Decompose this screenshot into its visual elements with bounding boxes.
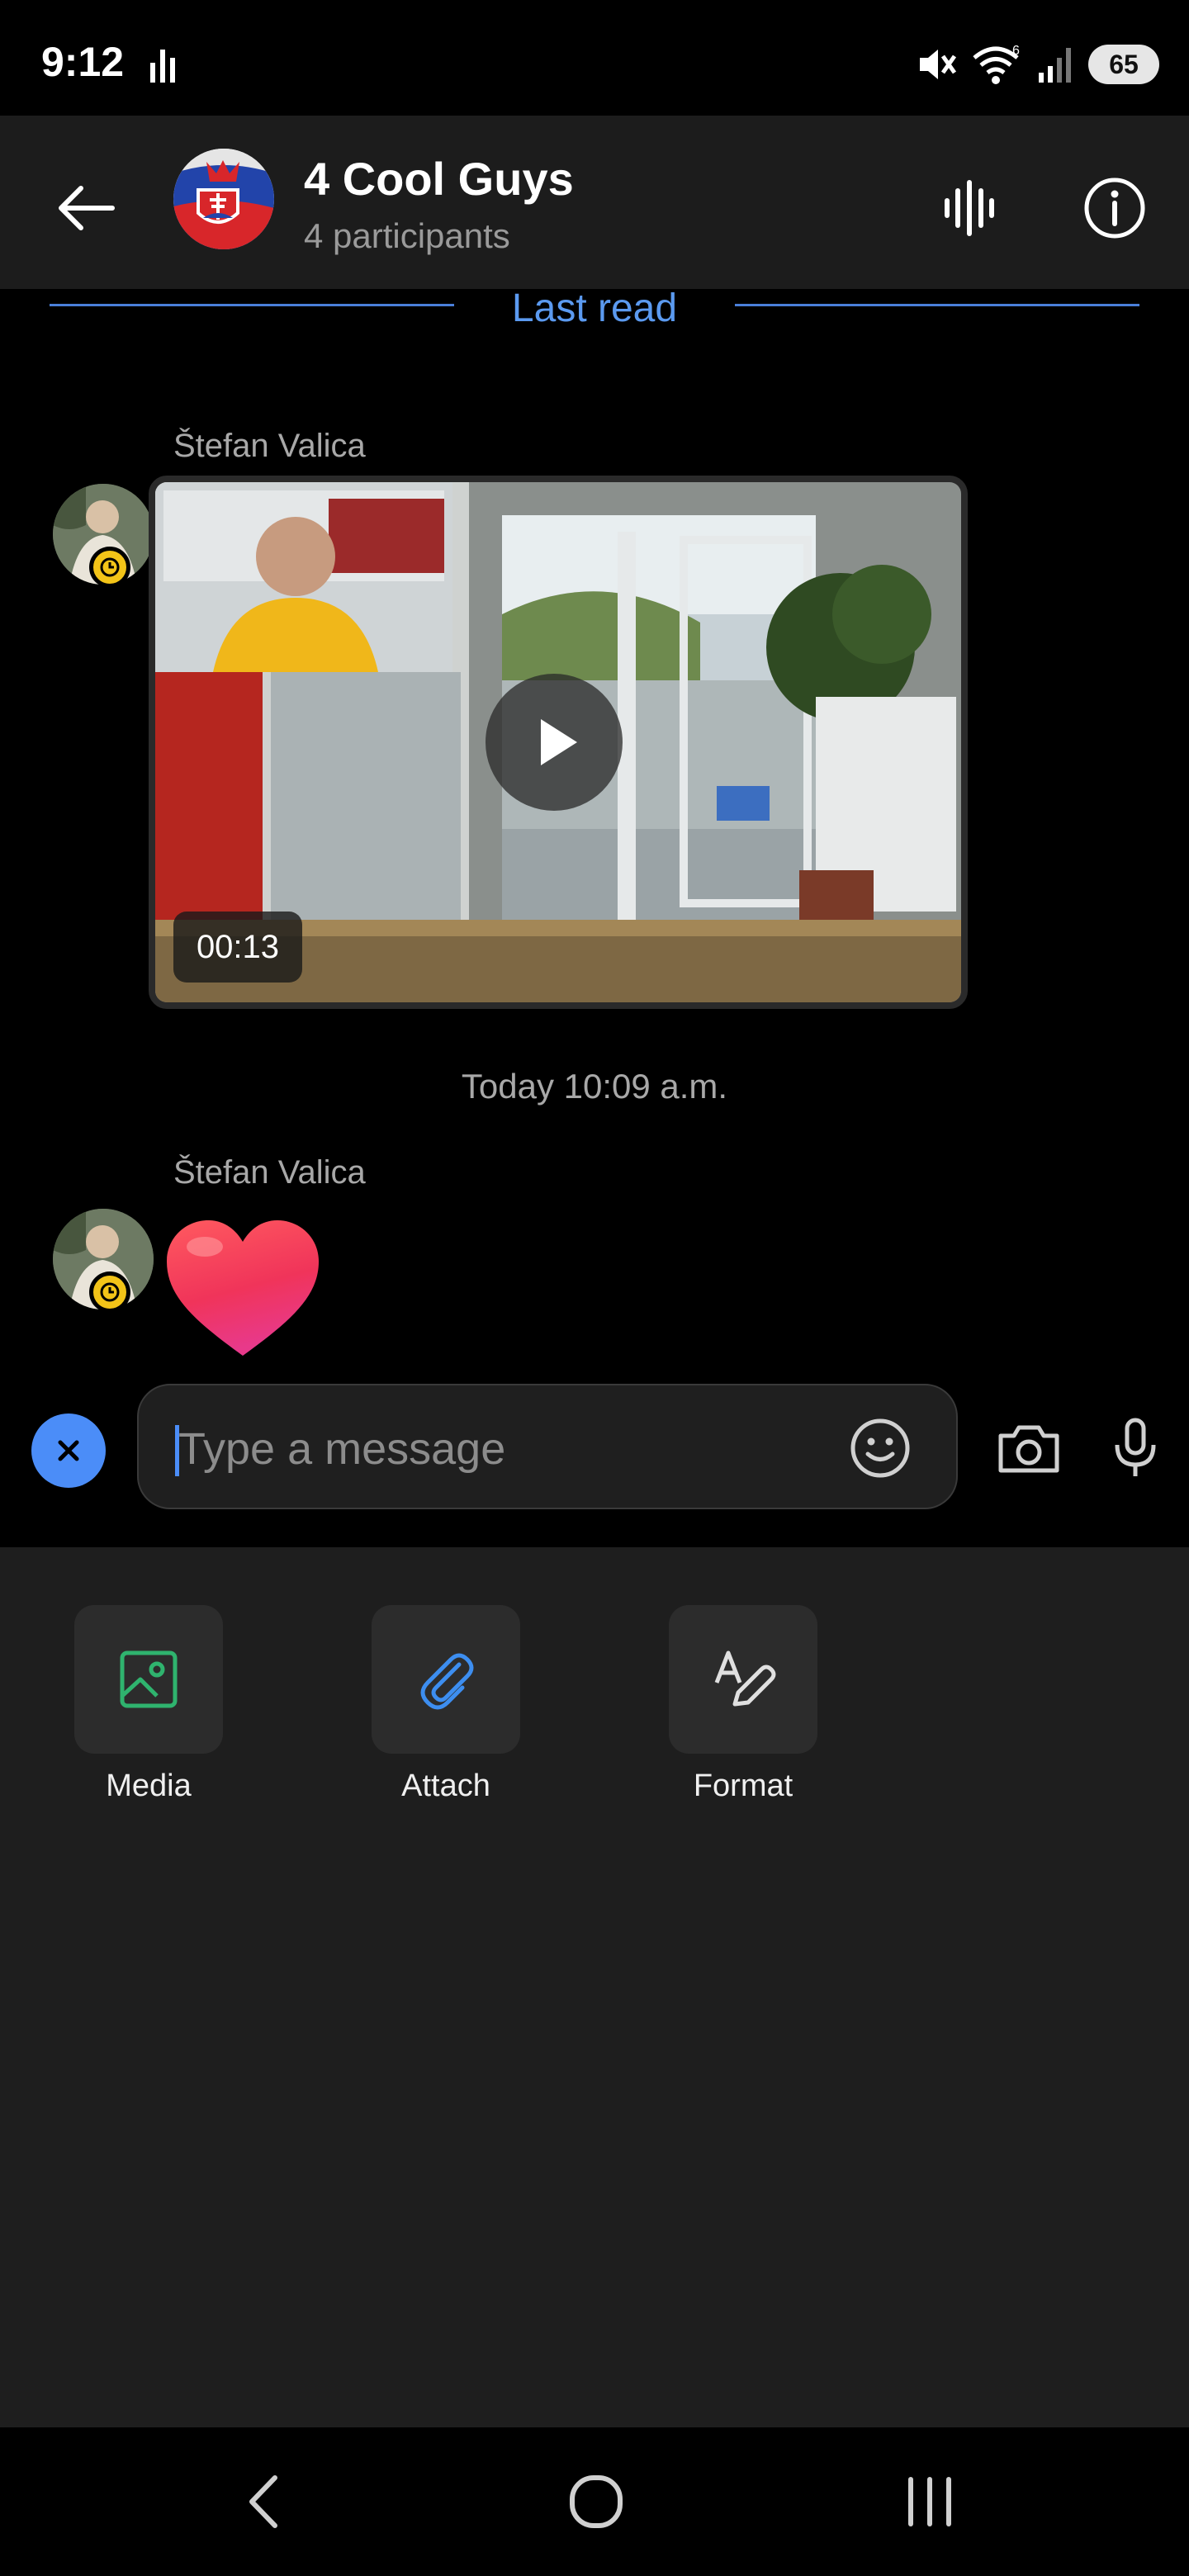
format-pen-icon [714,1650,776,1707]
signal-icon [1039,48,1071,83]
chat-header: 4 Cool Guys 4 participants [0,116,1189,289]
nav-home-button[interactable] [547,2460,646,2543]
nav-back-icon [249,2475,277,2528]
emoji-button[interactable] [846,1413,915,1483]
sender-name: Štefan Valica [173,428,366,464]
clock-badge-icon [89,1271,130,1313]
info-button[interactable] [1075,168,1154,248]
message-timestamp: Today 10:09 a.m. [461,1067,728,1106]
info-icon [1084,178,1145,239]
flag-collage-image [173,149,274,249]
status-bar: 9:12 6 65 [0,0,1189,116]
sender-avatar[interactable] [26,1209,154,1324]
paperclip-icon [420,1653,474,1710]
attachment-panel: Media Attach Format [0,1547,1189,2427]
group-avatar[interactable] [173,149,274,249]
panel-item-format[interactable]: Format [669,1605,817,1804]
image-icon [120,1650,178,1708]
nav-recents-icon [908,2477,951,2526]
format-tile[interactable] [669,1605,817,1754]
battery-indicator: 65 [1088,45,1159,84]
divider-line-right [735,304,1139,306]
clock-badge-icon [89,547,130,588]
status-icons: 6 65 [915,41,1159,88]
format-label: Format [693,1769,793,1803]
camera-button[interactable] [989,1409,1068,1488]
voice-call-button[interactable] [930,168,1009,248]
play-icon [541,719,577,765]
nav-back-button[interactable] [215,2460,314,2543]
panel-item-media[interactable]: Media [74,1605,223,1804]
video-duration: 00:13 [173,912,302,983]
close-icon [58,1440,79,1461]
sender-name: Štefan Valica [173,1154,366,1191]
attach-tile[interactable] [372,1605,520,1754]
play-button[interactable] [486,674,623,811]
panel-item-attach[interactable]: Attach [372,1605,520,1804]
microphone-icon [1115,1418,1156,1476]
audio-waveform-icon [945,180,994,236]
microphone-button[interactable] [1098,1409,1172,1488]
wifi-icon: 6 [973,44,1020,84]
media-tile[interactable] [74,1605,223,1754]
last-read-divider: Last read [50,286,1139,332]
nav-home-icon [570,2475,623,2528]
participants-count: 4 participants [304,216,510,255]
heart-emoji-icon[interactable] [162,1214,324,1362]
system-nav-bar [0,2427,1189,2576]
chat-title: 4 Cool Guys [304,153,574,205]
activity-icon [150,50,175,83]
sender-avatar[interactable] [26,484,154,599]
message-input[interactable] [178,1418,789,1480]
wifi-label: 6 [1012,44,1020,58]
last-read-label: Last read [511,286,678,330]
arrow-left-icon [59,186,115,230]
status-time: 9:12 [41,39,125,85]
mute-icon [920,50,957,79]
back-button[interactable] [46,168,126,248]
camera-icon [998,1425,1059,1473]
attach-label: Attach [401,1769,490,1803]
smiley-icon [850,1418,910,1478]
media-label: Media [106,1769,192,1803]
message-composer [137,1384,958,1509]
close-panel-button[interactable] [31,1413,106,1488]
nav-recents-button[interactable] [880,2460,979,2543]
